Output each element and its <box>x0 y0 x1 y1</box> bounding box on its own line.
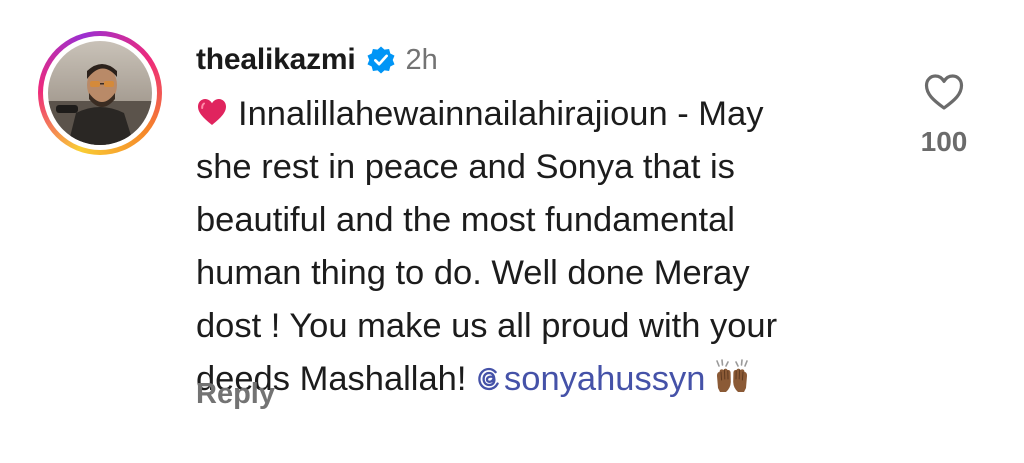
comment-line: Innalillahewainnailahirajioun - May <box>196 88 886 141</box>
reply-button[interactable]: Reply <box>196 378 275 411</box>
comment-text-line-4: human thing to do. Well done Meray <box>196 254 750 292</box>
mention-username: sonyahussyn <box>504 360 706 398</box>
avatar-photo <box>48 41 152 145</box>
timestamp: 2h <box>405 43 438 76</box>
comment-text-line-3: beautiful and the most fundamental <box>196 201 735 239</box>
comment-text: Innalillahewainnailahirajioun - May she … <box>196 88 886 406</box>
avatar-story-ring[interactable] <box>38 31 162 155</box>
comment: thealikazmi 2h Innalillahewainnailahiraj… <box>0 0 1024 463</box>
comment-text-line-2: she rest in peace and Sonya that is <box>196 148 735 186</box>
comment-line: deeds Mashallah! sonyahussyn <box>196 353 886 406</box>
mention-link[interactable]: sonyahussyn <box>476 360 705 398</box>
avatar[interactable] <box>48 41 152 145</box>
verified-badge-icon <box>367 46 395 74</box>
red-heart-emoji <box>198 99 226 125</box>
heart-outline-icon[interactable] <box>923 72 965 112</box>
comment-text-line-1: Innalillahewainnailahirajioun - May <box>238 95 764 133</box>
comment-text-line-5: dost ! You make us all proud with your <box>196 307 778 345</box>
comment-header: thealikazmi 2h <box>196 40 438 80</box>
raising-hands-emoji <box>716 359 749 392</box>
threads-at-icon <box>478 367 499 391</box>
like-count: 100 <box>920 126 968 157</box>
like-section: 100 <box>916 72 972 158</box>
username[interactable]: thealikazmi <box>196 43 356 77</box>
